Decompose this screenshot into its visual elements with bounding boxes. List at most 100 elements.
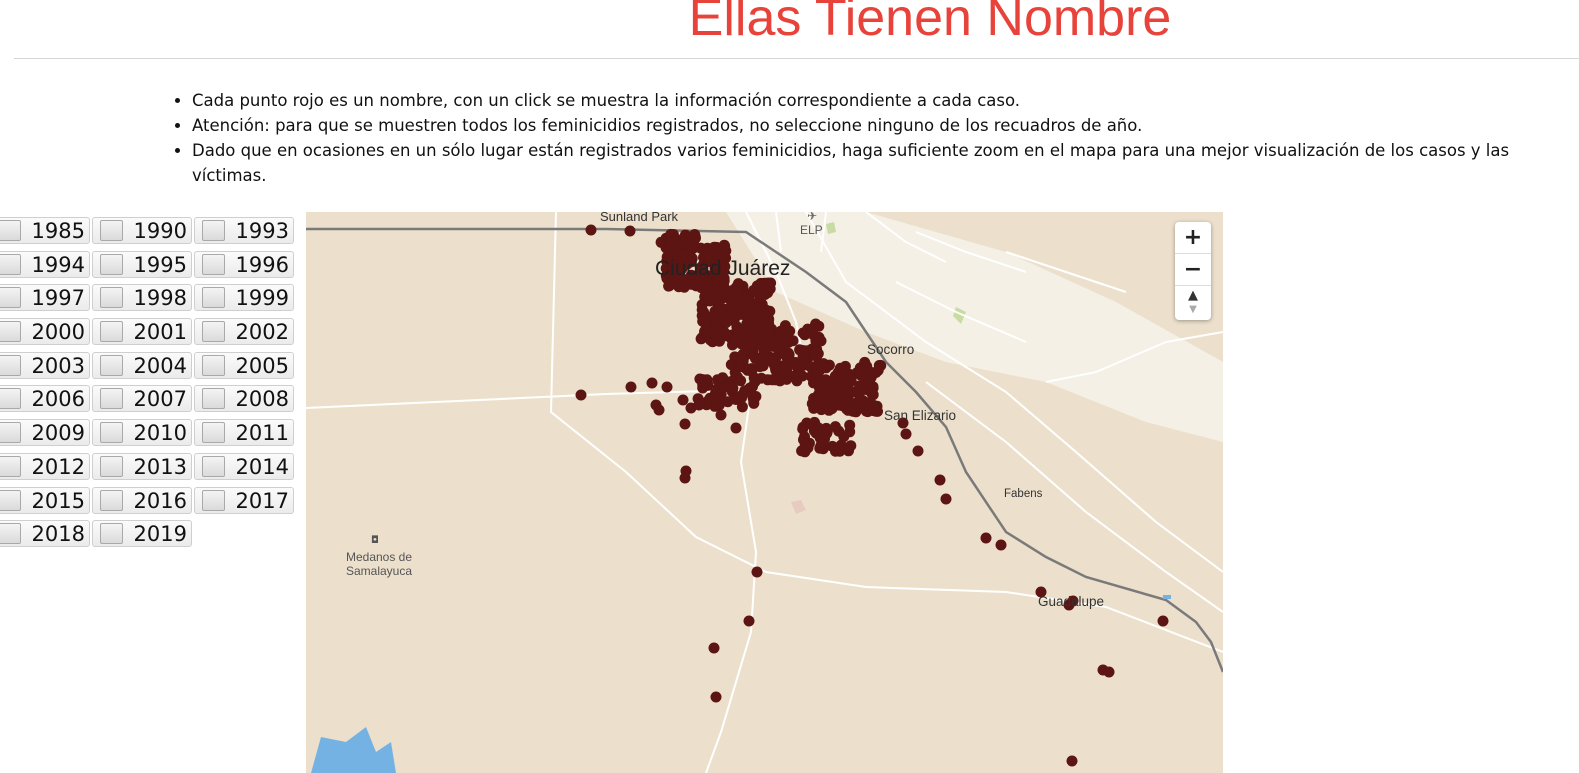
year-checkbox[interactable]: [0, 489, 21, 511]
year-toggle[interactable]: 2005: [194, 351, 294, 379]
case-marker[interactable]: [646, 377, 658, 389]
case-marker[interactable]: [1157, 615, 1169, 627]
case-marker[interactable]: [845, 400, 856, 412]
case-marker[interactable]: [815, 335, 827, 347]
case-marker[interactable]: [726, 302, 738, 314]
year-checkbox[interactable]: [100, 220, 123, 241]
case-marker[interactable]: [816, 439, 828, 451]
year-checkbox[interactable]: [202, 220, 225, 241]
case-marker[interactable]: [768, 358, 780, 370]
year-toggle[interactable]: 2019: [92, 520, 192, 548]
year-checkbox[interactable]: [202, 388, 225, 410]
case-marker[interactable]: [812, 422, 824, 434]
year-checkbox[interactable]: [0, 287, 21, 309]
case-marker[interactable]: [781, 363, 793, 375]
year-checkbox[interactable]: [100, 287, 123, 309]
year-toggle[interactable]: 2001: [92, 318, 192, 346]
case-marker[interactable]: [751, 566, 763, 578]
case-marker[interactable]: [665, 235, 677, 247]
case-marker[interactable]: [940, 493, 952, 505]
case-marker[interactable]: [861, 403, 873, 415]
case-marker[interactable]: [625, 381, 637, 393]
year-toggle[interactable]: 1998: [92, 284, 192, 312]
year-toggle[interactable]: 1990: [92, 217, 192, 244]
case-marker[interactable]: [797, 327, 809, 339]
case-marker[interactable]: [775, 325, 787, 337]
year-checkbox[interactable]: [100, 422, 123, 444]
year-toggle[interactable]: 2009: [0, 419, 90, 447]
case-marker[interactable]: [653, 404, 665, 416]
year-checkbox[interactable]: [100, 455, 123, 477]
year-toggle[interactable]: 2012: [0, 452, 90, 480]
case-marker[interactable]: [732, 371, 743, 383]
year-toggle[interactable]: 2002: [194, 318, 294, 346]
case-marker[interactable]: [800, 441, 812, 453]
year-checkbox[interactable]: [0, 388, 21, 410]
case-marker[interactable]: [717, 372, 729, 384]
case-marker[interactable]: [809, 319, 821, 331]
year-toggle[interactable]: 2007: [92, 385, 192, 413]
case-marker[interactable]: [814, 358, 826, 370]
case-marker[interactable]: [661, 381, 673, 393]
year-toggle[interactable]: 1985: [0, 217, 90, 244]
case-marker[interactable]: [843, 445, 854, 457]
year-toggle[interactable]: 2000: [0, 318, 90, 346]
year-checkbox[interactable]: [202, 321, 225, 343]
year-checkbox[interactable]: [100, 523, 123, 545]
case-marker[interactable]: [814, 381, 826, 393]
case-marker[interactable]: [624, 225, 636, 237]
year-checkbox[interactable]: [202, 253, 225, 275]
case-marker[interactable]: [710, 330, 722, 341]
year-toggle[interactable]: 1995: [92, 250, 192, 278]
year-toggle[interactable]: 2014: [194, 452, 294, 480]
case-marker[interactable]: [749, 353, 761, 364]
case-marker[interactable]: [749, 376, 761, 388]
case-marker[interactable]: [756, 340, 768, 352]
case-marker[interactable]: [715, 409, 727, 421]
year-checkbox[interactable]: [0, 253, 21, 275]
year-checkbox[interactable]: [202, 489, 225, 511]
case-marker[interactable]: [1103, 666, 1115, 678]
case-marker[interactable]: [833, 425, 845, 437]
year-toggle[interactable]: 1999: [194, 284, 294, 312]
year-checkbox[interactable]: [100, 253, 123, 275]
case-marker[interactable]: [830, 393, 842, 405]
case-marker[interactable]: [705, 288, 717, 300]
case-marker[interactable]: [739, 385, 751, 397]
case-marker[interactable]: [575, 389, 587, 401]
year-checkbox[interactable]: [0, 321, 21, 343]
year-toggle[interactable]: 2018: [0, 520, 90, 548]
case-marker[interactable]: [693, 399, 705, 411]
year-toggle[interactable]: 2015: [0, 486, 90, 514]
year-toggle[interactable]: 2016: [92, 486, 192, 514]
case-marker[interactable]: [742, 364, 754, 376]
case-marker[interactable]: [837, 371, 849, 383]
case-marker[interactable]: [736, 401, 748, 413]
year-toggle[interactable]: 2010: [92, 419, 192, 447]
case-marker[interactable]: [743, 615, 755, 627]
case-marker[interactable]: [699, 377, 711, 389]
case-marker[interactable]: [714, 304, 726, 316]
reset-north-button[interactable]: ▲ ▼: [1175, 286, 1211, 318]
case-marker[interactable]: [912, 445, 924, 457]
year-checkbox[interactable]: [100, 388, 123, 410]
year-toggle[interactable]: 2013: [92, 452, 192, 480]
zoom-in-button[interactable]: +: [1175, 222, 1211, 254]
year-checkbox[interactable]: [100, 489, 123, 511]
case-marker[interactable]: [791, 375, 803, 387]
year-toggle[interactable]: 2011: [194, 419, 294, 447]
year-toggle[interactable]: 1996: [194, 250, 294, 278]
year-checkbox[interactable]: [202, 287, 225, 309]
year-checkbox[interactable]: [100, 321, 123, 343]
case-marker[interactable]: [736, 354, 748, 366]
case-marker[interactable]: [872, 364, 884, 376]
case-marker[interactable]: [708, 242, 720, 253]
case-marker[interactable]: [771, 342, 783, 354]
case-marker[interactable]: [730, 422, 742, 434]
case-marker[interactable]: [725, 359, 737, 371]
case-marker[interactable]: [844, 426, 856, 438]
case-marker[interactable]: [700, 318, 712, 330]
case-marker[interactable]: [743, 295, 755, 307]
case-marker[interactable]: [698, 306, 710, 318]
year-checkbox[interactable]: [202, 354, 225, 376]
